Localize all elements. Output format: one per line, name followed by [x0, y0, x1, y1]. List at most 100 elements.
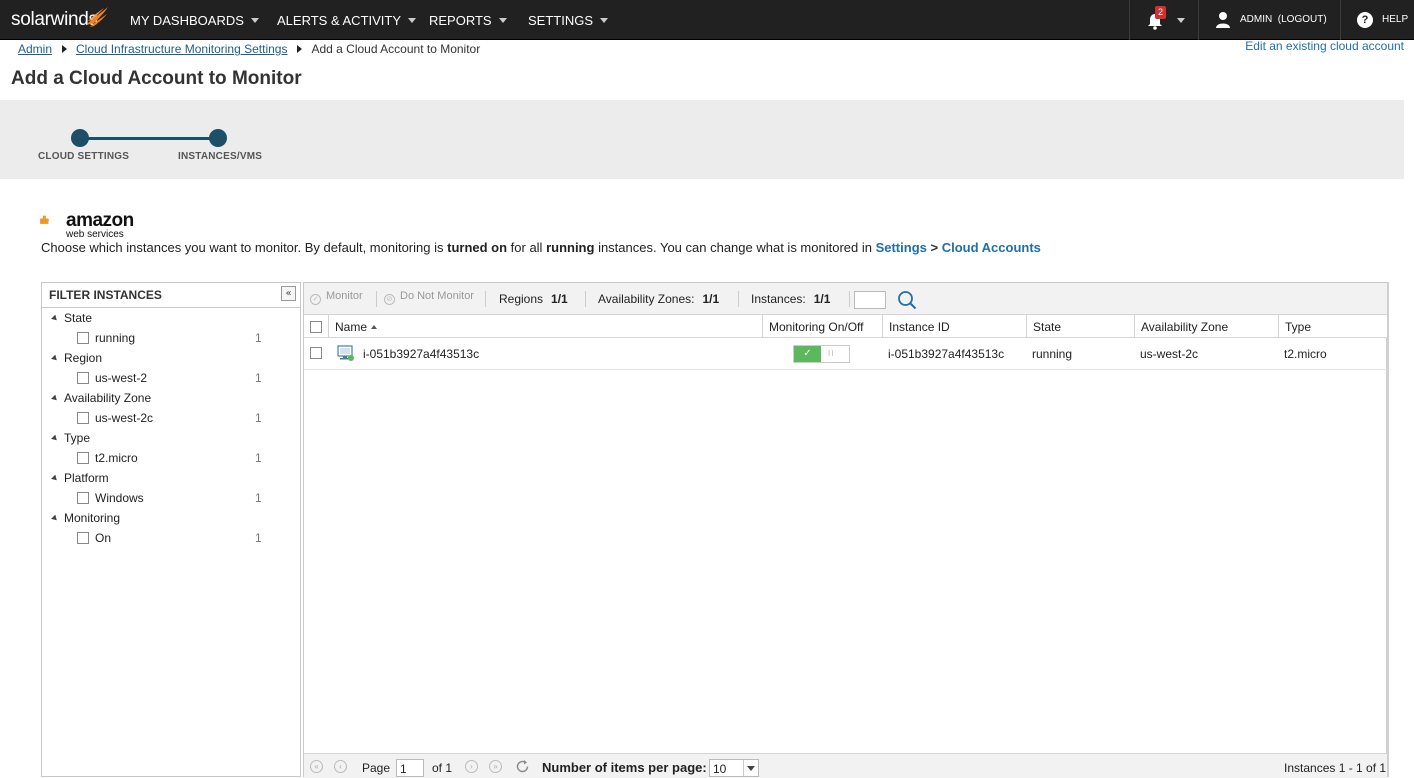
filter-item-windows[interactable]: Windows	[77, 491, 144, 505]
expand-triangle-icon	[51, 354, 59, 363]
chevron-down-icon	[498, 18, 507, 23]
filter-group-state[interactable]: State	[51, 311, 92, 325]
help-link[interactable]: HELP	[1382, 14, 1408, 25]
nav-divider	[1198, 0, 1199, 40]
filter-checkbox[interactable]	[77, 532, 89, 544]
sort-ascending-icon	[371, 325, 378, 329]
availability-zones-filter[interactable]: Availability Zones: 1/1	[598, 292, 719, 306]
table-row[interactable]: i-051b3927a4f43513c ✓ II i-051b3927a4f43…	[304, 338, 1387, 370]
cloud-accounts-link[interactable]: Cloud Accounts	[942, 240, 1041, 255]
regions-filter[interactable]: Regions 1/1	[499, 292, 568, 306]
do-not-monitor-button[interactable]: ⊘ Do Not Monitor	[384, 290, 474, 305]
breadcrumb-admin-link[interactable]: Admin	[18, 42, 52, 56]
check-icon: ✓	[794, 346, 821, 362]
column-name[interactable]: Name	[328, 315, 762, 338]
expand-triangle-icon	[51, 474, 59, 483]
filter-count: 1	[255, 451, 262, 465]
nav-alerts-activity[interactable]: ALERTS & ACTIVITY	[277, 13, 417, 28]
pagination-bar: « ‹ Page 1 of 1 › » Number of items per …	[304, 753, 1387, 778]
filter-checkbox[interactable]	[77, 452, 89, 464]
expand-triangle-icon	[51, 514, 59, 523]
prev-page-icon[interactable]: ‹	[334, 760, 347, 773]
aws-logo-subtext: web services	[66, 229, 124, 240]
no-entry-icon: ⊘	[384, 294, 395, 305]
last-page-icon[interactable]: »	[489, 760, 502, 773]
page-label: Page	[362, 761, 391, 775]
nav-settings[interactable]: SETTINGS	[528, 13, 609, 28]
column-availability-zone[interactable]: Availability Zone	[1134, 315, 1278, 338]
instance-state: running	[1032, 347, 1073, 361]
filter-checkbox[interactable]	[77, 372, 89, 384]
instances-filter[interactable]: Instances: 1/1	[751, 292, 830, 306]
breadcrumb-current: Add a Cloud Account to Monitor	[311, 42, 481, 56]
wizard-step-1-dot[interactable]	[71, 129, 89, 147]
filter-count: 1	[255, 411, 262, 425]
dropdown-arrow-icon	[743, 760, 758, 776]
filter-group-region[interactable]: Region	[51, 351, 102, 365]
settings-link[interactable]: Settings	[876, 240, 927, 255]
filter-checkbox[interactable]	[77, 332, 89, 344]
collapse-panel-icon[interactable]: «	[281, 286, 296, 301]
filter-checkbox[interactable]	[77, 492, 89, 504]
filter-item-us-west-2[interactable]: us-west-2	[77, 371, 147, 385]
admin-logout-link[interactable]: ADMIN (LOGOUT)	[1240, 14, 1327, 25]
select-all-checkbox[interactable]	[310, 321, 322, 333]
column-type[interactable]: Type	[1278, 315, 1387, 338]
instance-name[interactable]: i-051b3927a4f43513c	[363, 347, 479, 361]
grid-header: Name Monitoring On/Off Instance ID State…	[304, 315, 1387, 338]
filter-group-platform[interactable]: Platform	[51, 471, 109, 485]
filter-count: 1	[255, 331, 262, 345]
aws-logo-text: amazon	[66, 210, 134, 231]
nav-divider	[1129, 0, 1130, 40]
notification-count-badge: 2	[1155, 6, 1167, 19]
search-icon[interactable]	[897, 290, 917, 310]
wizard-step-2-dot[interactable]	[209, 129, 227, 147]
nav-reports[interactable]: REPORTS	[429, 13, 507, 28]
row-checkbox[interactable]	[310, 347, 322, 359]
instances-summary: Instances 1 - 1 of 1	[1284, 761, 1387, 775]
solarwinds-flame-icon	[86, 7, 108, 27]
next-page-icon[interactable]: ›	[465, 760, 478, 773]
toolbar-divider	[485, 291, 486, 307]
instructions-text: Choose which instances you want to monit…	[41, 240, 1041, 255]
column-state[interactable]: State	[1026, 315, 1134, 338]
chevron-down-icon	[600, 18, 609, 23]
filter-item-running[interactable]: running	[77, 331, 135, 345]
nav-my-dashboards[interactable]: MY DASHBOARDS	[130, 13, 259, 28]
filter-group-type[interactable]: Type	[51, 431, 90, 445]
breadcrumb-arrow-icon	[297, 45, 303, 53]
nav-divider	[1340, 0, 1341, 40]
toolbar-divider	[376, 291, 377, 307]
column-monitoring[interactable]: Monitoring On/Off	[762, 315, 882, 338]
items-per-page-label: Number of items per page:	[542, 760, 707, 775]
breadcrumb-cloud-settings-link[interactable]: Cloud Infrastructure Monitoring Settings	[76, 42, 287, 56]
filter-group-monitoring[interactable]: Monitoring	[51, 511, 120, 525]
wizard-step-cloud-settings[interactable]: CLOUD SETTINGS	[38, 151, 129, 162]
filter-item-on[interactable]: On	[77, 531, 111, 545]
first-page-icon[interactable]: «	[310, 760, 323, 773]
items-per-page-select[interactable]: 10	[709, 759, 759, 777]
filter-panel: FILTER INSTANCES « State running 1 Regio…	[41, 282, 301, 777]
monitoring-toggle[interactable]: ✓ II	[793, 345, 850, 363]
help-icon[interactable]: ?	[1357, 12, 1373, 28]
filter-checkbox[interactable]	[77, 412, 89, 424]
toolbar-divider	[738, 291, 739, 307]
notification-dropdown-icon[interactable]	[1177, 18, 1185, 23]
wizard-steps: CLOUD SETTINGS INSTANCES/VMS	[0, 100, 1404, 179]
filter-item-us-west-2c[interactable]: us-west-2c	[77, 411, 153, 425]
column-instance-id[interactable]: Instance ID	[882, 315, 1026, 338]
pause-icon: II	[828, 349, 835, 358]
filter-item-t2-micro[interactable]: t2.micro	[77, 451, 138, 465]
page-total-label: of 1	[432, 761, 453, 775]
refresh-icon[interactable]	[515, 759, 530, 774]
instance-id: i-051b3927a4f43513c	[888, 347, 1005, 361]
expand-triangle-icon	[51, 394, 59, 403]
page-number-input[interactable]: 1	[396, 759, 424, 777]
monitor-button[interactable]: ✓ Monitor	[310, 290, 363, 305]
edit-existing-account-link[interactable]: Edit an existing cloud account	[1245, 39, 1404, 53]
instances-grid: ✓ Monitor ⊘ Do Not Monitor Regions 1/1 Avai…	[303, 282, 1389, 778]
filter-group-availability-zone[interactable]: Availability Zone	[51, 391, 151, 405]
search-input[interactable]	[854, 291, 886, 309]
filter-count: 1	[255, 491, 262, 505]
wizard-step-instances[interactable]: INSTANCES/VMS	[178, 151, 262, 162]
